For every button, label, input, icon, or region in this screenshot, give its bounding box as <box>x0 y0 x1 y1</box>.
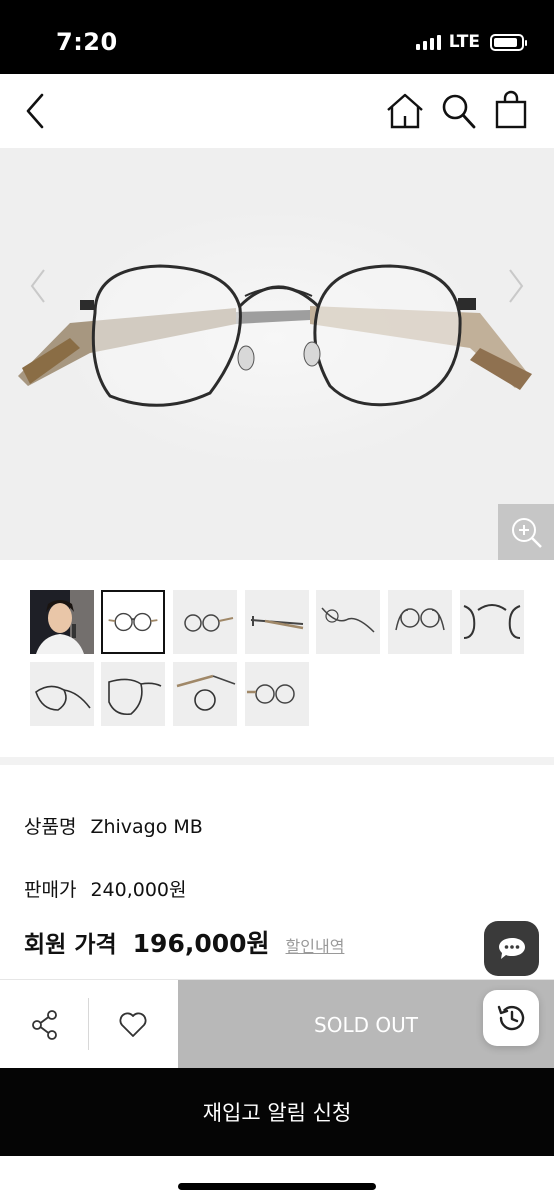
member-price-label: 회원 가격 <box>24 932 117 958</box>
thumbnail-top[interactable] <box>316 590 380 654</box>
bottom-action-bar: SOLD OUT <box>0 979 554 1069</box>
status-bar: 7:20 LTE <box>0 0 554 74</box>
section-divider <box>0 757 554 765</box>
recently-viewed-button[interactable] <box>483 990 539 1046</box>
zoom-in-icon <box>512 518 542 548</box>
thumbnail-detail-3[interactable] <box>173 662 237 726</box>
price-label: 판매가 <box>24 879 77 901</box>
wishlist-button[interactable] <box>89 980 177 1069</box>
thumbnail-closeup[interactable] <box>460 590 524 654</box>
top-nav <box>0 74 554 148</box>
thumbnail-detail-4[interactable] <box>245 662 309 726</box>
glasses-photo <box>18 264 532 407</box>
zoom-button[interactable] <box>498 504 554 560</box>
home-icon[interactable] <box>385 92 425 130</box>
battery-level <box>494 37 517 47</box>
price-row: 판매가 240,000원 <box>24 875 187 902</box>
heart-icon <box>119 1012 147 1037</box>
signal-icon <box>415 34 441 50</box>
thumbnail-side[interactable] <box>245 590 309 654</box>
member-price-value: 196,000원 <box>132 929 270 958</box>
member-price-row: 회원 가격 196,000원 할인내역 <box>24 924 344 960</box>
search-icon[interactable] <box>441 92 477 130</box>
status-indicators: LTE <box>415 32 527 52</box>
product-name-row: 상품명 Zhivago MB <box>24 812 203 839</box>
thumbnail-photo-person[interactable] <box>30 590 94 654</box>
back-icon[interactable] <box>22 92 50 130</box>
thumbnail-detail-2[interactable] <box>101 662 165 726</box>
discount-details-link[interactable]: 할인내역 <box>286 933 345 957</box>
product-name: Zhivago MB <box>90 816 203 838</box>
shopping-bag-icon[interactable] <box>494 90 528 130</box>
share-icon <box>32 1010 57 1040</box>
share-button[interactable] <box>0 980 88 1069</box>
product-name-label: 상품명 <box>24 816 77 838</box>
thumbnail-front[interactable] <box>101 590 165 654</box>
chat-button[interactable] <box>484 921 539 976</box>
price-value: 240,000원 <box>90 879 187 901</box>
thumbnail-detail-1[interactable] <box>30 662 94 726</box>
home-indicator-area <box>0 1156 554 1200</box>
network-type: LTE <box>448 32 480 52</box>
thumbnail-angle-1[interactable] <box>173 590 237 654</box>
home-indicator[interactable] <box>178 1183 376 1190</box>
restock-alert-button[interactable]: 재입고 알림 신청 <box>0 1068 554 1156</box>
history-icon <box>497 1005 525 1031</box>
product-image[interactable] <box>0 148 554 560</box>
battery-icon <box>490 33 527 51</box>
chat-bubble-icon <box>499 938 525 959</box>
status-time: 7:20 <box>56 28 118 56</box>
thumbnail-folded[interactable] <box>388 590 452 654</box>
